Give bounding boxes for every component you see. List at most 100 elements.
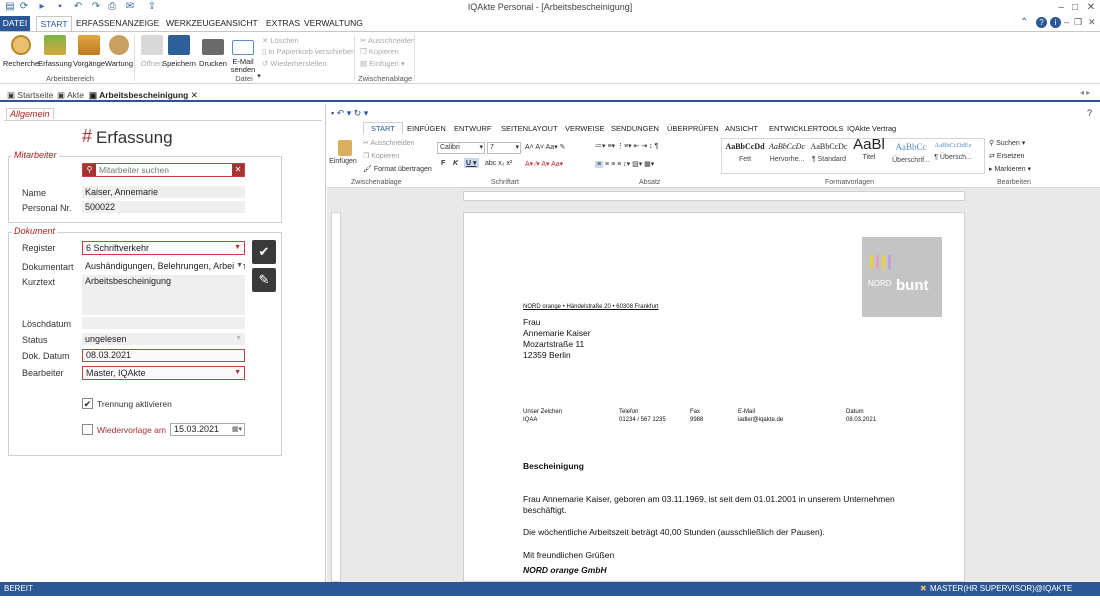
word-tab-start[interactable]: START xyxy=(363,122,403,134)
status-label: Status xyxy=(22,335,48,345)
close-button[interactable]: ✕ xyxy=(1084,1,1098,14)
font-grow-icon[interactable]: A˄ A˅ Aa▾ ✎ xyxy=(525,143,566,151)
word-tab-ansicht[interactable]: ANSICHT xyxy=(725,124,758,133)
group-arbeitsbereich: Arbeitsbereich xyxy=(46,74,94,83)
bullets-icon[interactable]: ≔▾ ≡▾ ⋮≡▾ ⇤ ⇥ ↕ ¶ xyxy=(595,142,658,150)
tab-scroll-icon[interactable]: ◂ ▸ xyxy=(1080,88,1090,97)
wiedervorlage-checkbox[interactable] xyxy=(82,424,93,435)
menu-verwaltung[interactable]: VERWALTUNG xyxy=(304,16,363,31)
menu-ansicht[interactable]: ANSICHT xyxy=(220,16,258,31)
wiederherstellen-button[interactable]: ↺ Wiederherstellen xyxy=(262,59,327,68)
recherche-button[interactable]: Recherche xyxy=(3,35,39,79)
help-icon[interactable]: ? xyxy=(1036,17,1047,28)
logo-bar xyxy=(876,255,879,269)
font-size-select[interactable]: 7 ▾ xyxy=(487,142,521,154)
einfuegen-button[interactable]: ▤ Einfügen ▾ xyxy=(360,59,405,68)
status-select[interactable]: ungelesen ▼ xyxy=(82,333,245,345)
trennung-checkbox[interactable]: ✔ xyxy=(82,398,93,409)
strike-icon[interactable]: abc x₂ x² xyxy=(485,160,512,167)
register-select[interactable]: 6 Schriftverkehr ▼ xyxy=(82,241,245,255)
loeschdatum-field[interactable] xyxy=(82,317,245,329)
wiedervorlage-date[interactable]: 15.03.2021 ▦▾ xyxy=(170,423,245,436)
word-tab-entwurf[interactable]: ENTWURF xyxy=(454,124,492,133)
menu-start[interactable]: START xyxy=(36,16,72,31)
style-hervorhebung[interactable]: AaBbCcDc Hervorhe... xyxy=(765,142,809,163)
printer-icon xyxy=(202,39,224,55)
chevron-up-icon[interactable]: ⌃ xyxy=(1020,17,1028,28)
word-save-icon[interactable]: ▪ ↶ ▾ ↻ ▾ xyxy=(331,108,368,119)
status-text: BEREIT xyxy=(4,584,33,593)
doc-minimize-button[interactable]: – xyxy=(1064,17,1069,27)
align-left-icon[interactable]: ≡ ≡ ≡ ≡ ↕▾ ▨▾ ▦▾ xyxy=(595,160,654,168)
tab-akte[interactable]: ▣ Akte xyxy=(54,88,87,102)
status-bar: BEREIT ✖ MASTER(HR SUPERVISOR)@IQAKTE PE… xyxy=(0,582,1100,607)
tab-allgemein[interactable]: Allgemein xyxy=(6,108,54,119)
search-input[interactable] xyxy=(99,165,229,175)
clear-icon[interactable]: ✕ xyxy=(232,164,244,176)
menu-anzeige[interactable]: ANZEIGE xyxy=(122,16,159,31)
folder-edit-icon xyxy=(44,35,66,55)
loeschen-button[interactable]: ✕ Löschen xyxy=(262,36,299,45)
cut-button[interactable]: ✂ Ausschneiden xyxy=(363,139,414,147)
check-icon[interactable]: ✔ xyxy=(252,240,276,264)
style-ueberschrift1[interactable]: AaBbCc Überschrif... xyxy=(889,142,933,164)
word-tab-einfuegen[interactable]: EINFÜGEN xyxy=(407,124,446,133)
tab-startseite[interactable]: ▣ Startseite xyxy=(4,88,56,102)
style-fett[interactable]: AaBbCcDd Fett xyxy=(723,142,767,163)
word-tab-ueberpruefen[interactable]: ÜBERPRÜFEN xyxy=(667,124,719,133)
doc-restore-button[interactable]: ❐ xyxy=(1074,17,1082,28)
close-tab-icon[interactable]: ✕ xyxy=(191,90,198,100)
bearbeiter-select[interactable]: Master, IQAkte ▼ xyxy=(82,366,245,380)
address-line: Frau xyxy=(523,317,541,327)
style-ueberschrift2[interactable]: AaBbCcDdEe ¶ Übersch... xyxy=(931,142,975,161)
word-help-icon[interactable]: ? xyxy=(1087,108,1092,118)
menu-werkzeuge[interactable]: WERKZEUGE xyxy=(166,16,221,31)
style-titel[interactable]: AaBl Titel xyxy=(847,136,891,161)
dokumentart-select[interactable]: Aushändigungen, Belehrungen, Arbeitsm ▼ xyxy=(82,260,245,272)
copy-button[interactable]: ❐ Kopieren xyxy=(363,152,399,160)
italic-icon[interactable]: K xyxy=(453,160,458,167)
vorgaenge-button[interactable]: Vorgänge xyxy=(73,35,105,79)
bold-icon[interactable]: F xyxy=(441,160,445,167)
vertical-ruler[interactable] xyxy=(331,212,341,582)
word-tab-verweise[interactable]: VERWEISE xyxy=(565,124,604,133)
menu-erfassen[interactable]: ERFASSEN xyxy=(76,16,121,31)
minimize-button[interactable]: – xyxy=(1054,1,1068,14)
word-tab-sendungen[interactable]: SENDUNGEN xyxy=(611,124,659,133)
email-button[interactable]: E-Mail senden xyxy=(228,35,258,79)
font-name-select[interactable]: Calibri ▾ xyxy=(437,142,485,154)
oeffnen-button[interactable]: Öffnen xyxy=(137,35,167,79)
menu-extras[interactable]: EXTRAS xyxy=(266,16,300,31)
menu-datei[interactable]: DATEI xyxy=(0,16,30,31)
wartung-button[interactable]: Wartung xyxy=(104,35,134,79)
erfassung-button[interactable]: Erfassung xyxy=(38,35,72,79)
doc-close-button[interactable]: ✕ xyxy=(1088,17,1096,28)
divider xyxy=(4,120,322,121)
bearbeiter-label: Bearbeiter xyxy=(22,368,64,378)
select-button[interactable]: ▸ Markieren ▾ xyxy=(989,165,1031,173)
papierkorb-button[interactable]: ▯ In Papierkorb verschieben xyxy=(262,47,355,56)
document-page[interactable]: NORD bunt NORD orange • Händelstraße 20 … xyxy=(463,212,965,582)
paste-button[interactable]: Einfügen xyxy=(329,140,357,166)
employee-search-field[interactable]: ⚲ ✕ xyxy=(82,163,245,177)
word-tab-iqakte-vertrag[interactable]: IQAkte Vertrag xyxy=(847,124,896,133)
ausschneiden-button[interactable]: ✂ Ausschneiden xyxy=(360,36,415,45)
word-tab-seitenlayout[interactable]: SEITENLAYOUT xyxy=(501,124,558,133)
horizontal-ruler[interactable] xyxy=(463,191,965,201)
word-tab-entwicklertools[interactable]: ENTWICKLERTOOLS xyxy=(769,124,843,133)
dok-datum-field[interactable]: 08.03.2021 xyxy=(82,349,245,362)
speichern-button[interactable]: Speichern xyxy=(162,35,196,79)
word-group-edit: Bearbeiten xyxy=(997,179,1031,186)
kurztext-field[interactable]: Arbeitsbescheinigung xyxy=(82,275,245,315)
replace-button[interactable]: ⇄ Ersetzen xyxy=(989,152,1024,160)
underline-icon[interactable]: U ▾ xyxy=(464,158,479,168)
kopieren-button[interactable]: ❐ Kopieren xyxy=(360,47,399,56)
maximize-button[interactable]: □ xyxy=(1068,1,1082,14)
tab-arbeitsbescheinigung[interactable]: ▣ Arbeitsbescheinigung ✕ xyxy=(86,88,201,102)
info-icon[interactable]: i xyxy=(1050,17,1061,28)
find-button[interactable]: ⚲ Suchen ▾ xyxy=(989,139,1025,147)
format-painter-button[interactable]: 🖌 Format übertragen xyxy=(363,165,432,173)
pencil-icon[interactable]: ✎ xyxy=(252,268,276,292)
font-color-icon[interactable]: A▾ ⁄▾ A▾ Aa▾ xyxy=(525,160,563,168)
style-standard[interactable]: AaBbCcDc ¶ Standard xyxy=(807,142,851,163)
